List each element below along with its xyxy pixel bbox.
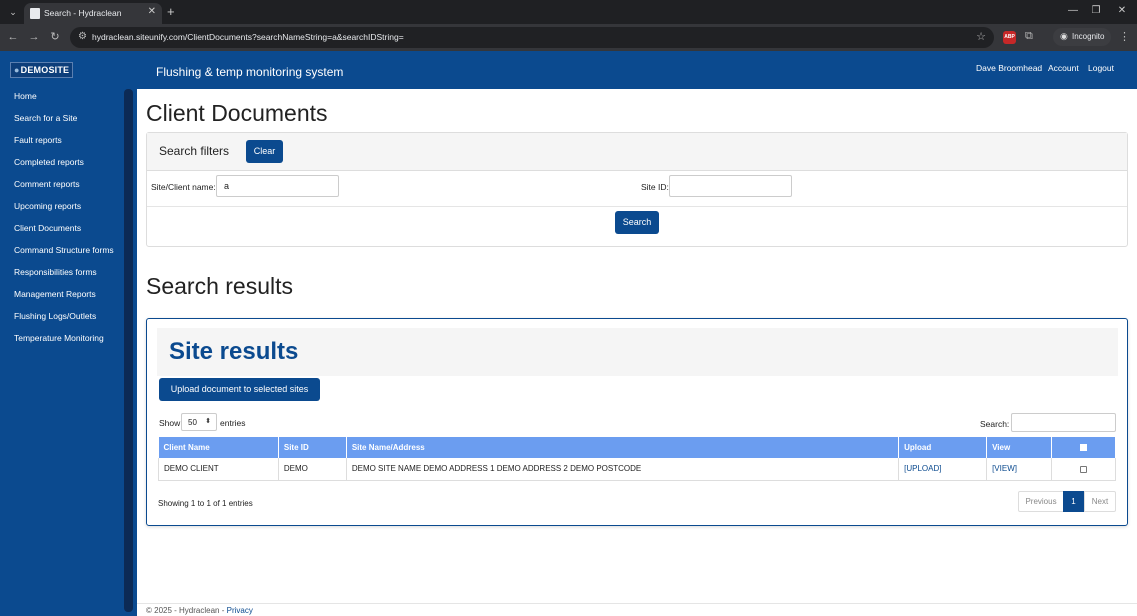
site-client-name-label: Site/Client name: [151, 182, 216, 192]
reload-icon[interactable]: ↻ [48, 30, 62, 44]
sidebar-item-completed-reports[interactable]: Completed reports [14, 157, 84, 167]
incognito-label: Incognito [1072, 32, 1105, 41]
column-header-client-name[interactable]: Client Name [158, 437, 279, 458]
search-filters-card: Search filters Clear Site/Client name: S… [146, 132, 1128, 247]
incognito-icon: ◉ [1060, 31, 1068, 41]
browser-toolbar: ← → ↻ ⚙ hydraclean.siteunify.com/ClientD… [0, 24, 1137, 51]
bookmark-star-icon[interactable]: ☆ [976, 30, 986, 43]
filter-divider [147, 206, 1127, 207]
footer: © 2025 - Hydraclean - Privacy [146, 606, 253, 615]
cell-client-name: DEMO CLIENT [158, 458, 279, 481]
search-button[interactable]: Search [615, 211, 659, 234]
sidebar-item-upcoming-reports[interactable]: Upcoming reports [14, 201, 81, 211]
site-results-banner: Site results [157, 328, 1118, 376]
sidebar-scrollbar[interactable] [124, 89, 133, 612]
sidebar-item-home[interactable]: Home [14, 91, 37, 101]
pager-next-button[interactable]: Next [1084, 491, 1116, 512]
entries-select-value: 50 [188, 418, 197, 427]
sidebar-item-comment-reports[interactable]: Comment reports [14, 179, 80, 189]
table-search-label: Search: [980, 419, 1010, 429]
page-favicon-icon [30, 8, 40, 19]
site-client-name-input[interactable] [216, 175, 339, 197]
site-id-label: Site ID: [641, 182, 669, 192]
table-header-row: Client Name Site ID Site Name/Address Up… [158, 437, 1116, 458]
minimize-icon[interactable]: — [1066, 5, 1080, 16]
search-filters-header: Search filters Clear [147, 133, 1127, 171]
tab-search-icon[interactable]: ⌄ [6, 5, 20, 19]
app-header: ●DEMOSITE Flushing & temp monitoring sys… [0, 51, 1137, 89]
back-icon[interactable]: ← [6, 30, 20, 44]
adblock-extension-icon[interactable]: ABP [1003, 31, 1016, 44]
window-close-icon[interactable]: ✕ [1115, 5, 1129, 16]
pager-page-1-button[interactable]: 1 [1063, 491, 1084, 512]
account-link[interactable]: Account [1048, 63, 1079, 73]
entries-select[interactable]: 50 ⬍ [181, 413, 217, 431]
app-title: Flushing & temp monitoring system [156, 65, 344, 79]
cell-site-address: DEMO SITE NAME DEMO ADDRESS 1 DEMO ADDRE… [346, 458, 900, 481]
browser-menu-icon[interactable]: ⋮ [1119, 30, 1130, 43]
sidebar: Home Search for a Site Fault reports Com… [0, 89, 137, 616]
sidebar-item-temperature-monitoring[interactable]: Temperature Monitoring [14, 333, 104, 343]
cell-site-id: DEMO [278, 458, 347, 481]
sidebar-item-search-site[interactable]: Search for a Site [14, 113, 77, 123]
logo-text: DEMOSITE [20, 65, 70, 75]
tab-close-icon[interactable]: ✕ [148, 6, 156, 17]
upload-link[interactable]: [UPLOAD] [904, 464, 941, 473]
column-header-site-id[interactable]: Site ID [278, 437, 347, 458]
tab-title: Search - Hydraclean [44, 8, 122, 18]
site-info-icon[interactable]: ⚙ [78, 31, 87, 42]
table-search-input[interactable] [1011, 413, 1116, 432]
site-logo[interactable]: ●DEMOSITE [10, 62, 74, 78]
sidebar-item-command-structure[interactable]: Command Structure forms [14, 245, 114, 255]
search-filters-title: Search filters [159, 144, 230, 158]
view-link[interactable]: [VIEW] [992, 464, 1017, 473]
extensions-icon[interactable]: ⧉ [1025, 30, 1033, 43]
footer-copyright: © 2025 - Hydraclean - [146, 606, 227, 615]
row-select-checkbox[interactable] [1080, 465, 1088, 473]
show-label: Show [159, 418, 181, 428]
column-header-select-all[interactable] [1051, 437, 1116, 458]
sidebar-item-fault-reports[interactable]: Fault reports [14, 135, 62, 145]
water-drop-icon: ● [14, 65, 20, 75]
select-arrows-icon: ⬍ [205, 418, 211, 425]
footer-divider [137, 603, 1137, 604]
entries-label: entries [220, 418, 246, 428]
results-table: Client Name Site ID Site Name/Address Up… [158, 437, 1116, 481]
table-row: DEMO CLIENT DEMO DEMO SITE NAME DEMO ADD… [158, 458, 1116, 481]
url-text[interactable]: hydraclean.siteunify.com/ClientDocuments… [92, 32, 404, 42]
restore-icon[interactable]: ❐ [1089, 5, 1103, 16]
new-tab-icon[interactable]: + [167, 4, 175, 19]
sidebar-item-management-reports[interactable]: Management Reports [14, 289, 96, 299]
logout-link[interactable]: Logout [1088, 63, 1114, 73]
browser-tab-bar: ⌄ Search - Hydraclean ✕ + — ❐ ✕ [0, 0, 1137, 24]
sidebar-item-flushing-logs[interactable]: Flushing Logs/Outlets [14, 311, 96, 321]
column-header-view[interactable]: View [986, 437, 1053, 458]
upload-to-selected-button[interactable]: Upload document to selected sites [159, 378, 320, 401]
browser-tab[interactable]: Search - Hydraclean ✕ [24, 3, 162, 24]
user-name-link[interactable]: Dave Broomhead [976, 63, 1042, 73]
privacy-link[interactable]: Privacy [227, 606, 253, 615]
pager-previous-button[interactable]: Previous [1018, 491, 1064, 512]
sidebar-item-client-documents[interactable]: Client Documents [14, 223, 81, 233]
forward-icon[interactable]: → [27, 30, 41, 44]
sidebar-item-responsibilities[interactable]: Responsibilities forms [14, 267, 97, 277]
page-title: Client Documents [146, 100, 328, 126]
address-bar[interactable]: ⚙ hydraclean.siteunify.com/ClientDocumen… [70, 27, 994, 48]
incognito-badge[interactable]: ◉ Incognito [1053, 28, 1111, 46]
site-id-input[interactable] [669, 175, 792, 197]
site-results-title: Site results [169, 338, 299, 365]
showing-entries-text: Showing 1 to 1 of 1 entries [158, 499, 253, 508]
select-all-checkbox[interactable] [1080, 444, 1088, 452]
column-header-site-address[interactable]: Site Name/Address [346, 437, 900, 458]
column-header-upload[interactable]: Upload [898, 437, 988, 458]
clear-button[interactable]: Clear [246, 140, 283, 163]
search-results-title: Search results [146, 273, 294, 299]
